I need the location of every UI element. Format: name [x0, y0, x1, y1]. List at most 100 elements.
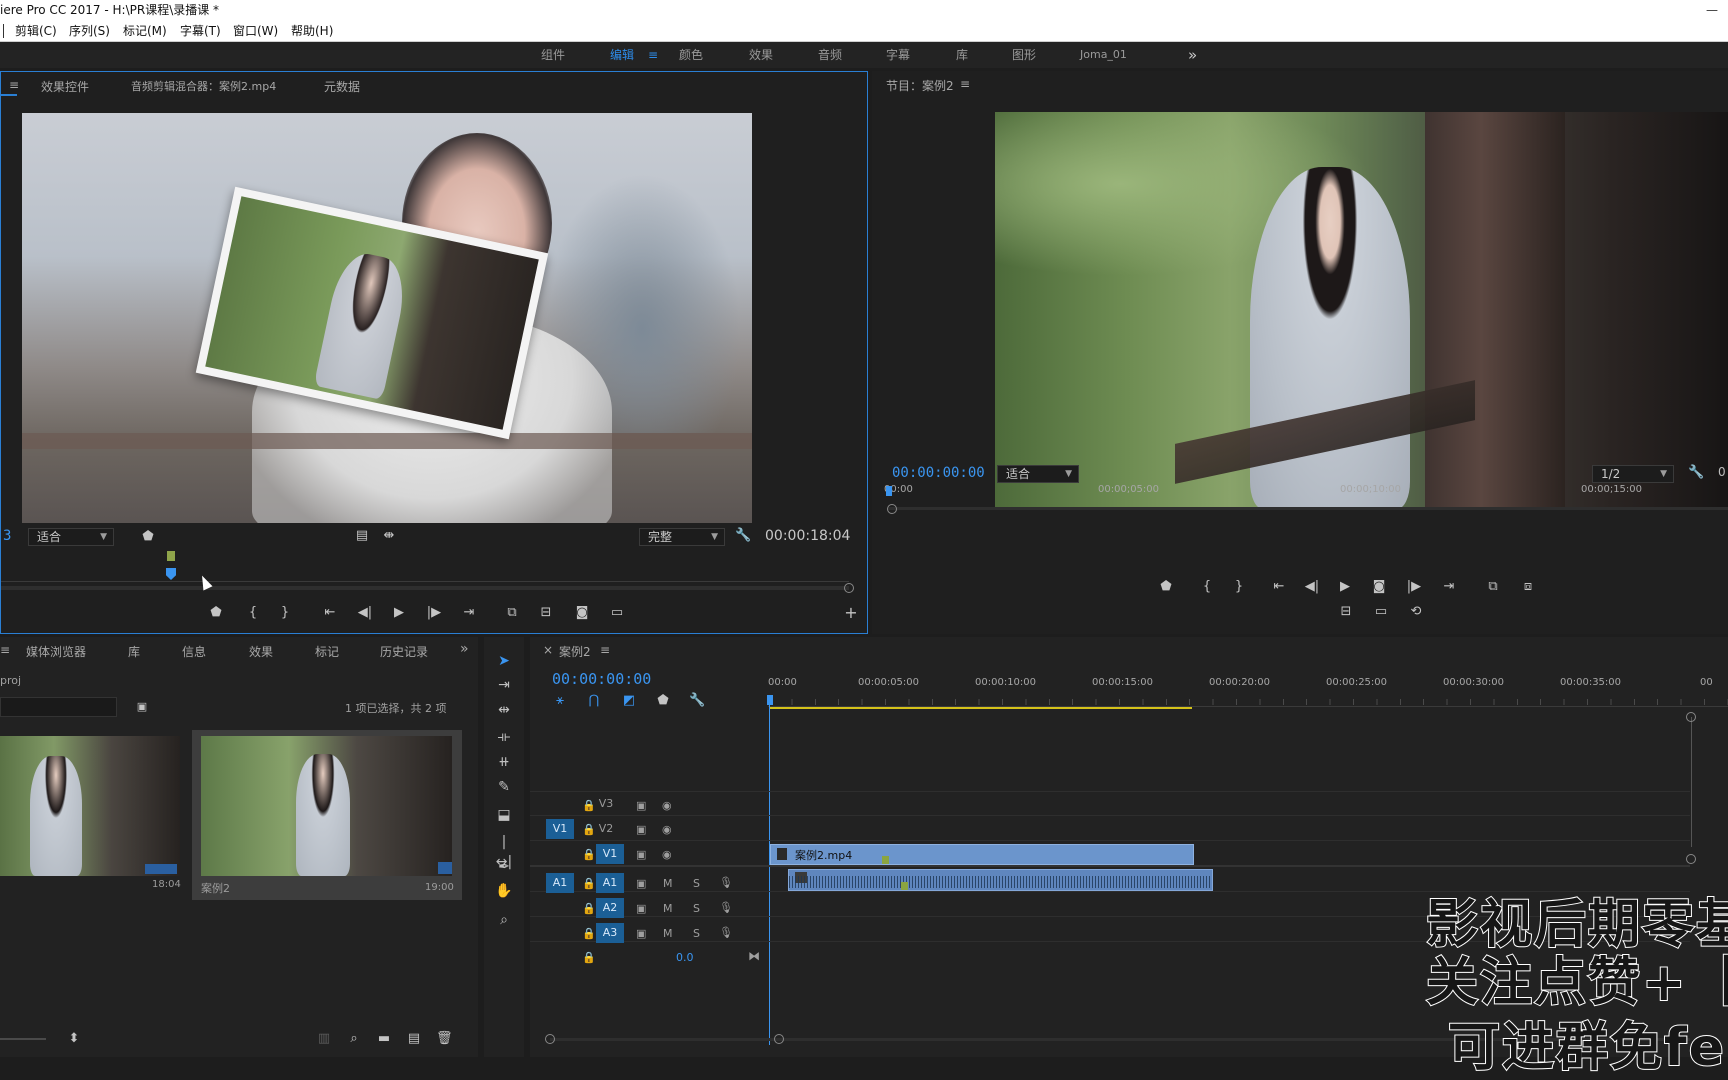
selection-tool-icon[interactable]: ➤	[494, 651, 514, 671]
workspace-libraries[interactable]: 库	[956, 42, 968, 68]
clip-marker-icon[interactable]	[882, 856, 889, 864]
play-icon[interactable]: ▶	[391, 605, 407, 621]
program-resolution-select[interactable]: 1/2 ▼	[1592, 465, 1674, 483]
step-back-icon[interactable]: ◀|	[357, 605, 373, 621]
menu-item-window[interactable]: 窗口(W)	[233, 20, 278, 42]
safe-margins-icon[interactable]: ▭	[1372, 604, 1390, 620]
solo-button[interactable]: S	[693, 927, 700, 940]
sort-icon[interactable]: ⬍	[66, 1031, 82, 1047]
project-menu-icon[interactable]: ≡	[0, 643, 10, 657]
lock-icon[interactable]: 🔒	[582, 902, 596, 915]
insert-clip-icon[interactable]: ⧉	[503, 605, 521, 621]
menu-item-clip[interactable]: 剪辑(C)	[15, 20, 57, 42]
search-icon[interactable]: ⌕	[346, 1031, 362, 1047]
track-select-tool-icon[interactable]: ⇥	[494, 675, 514, 695]
timeline-timecode[interactable]: 00:00:00:00	[552, 669, 651, 688]
menu-item-sequence[interactable]: 序列(S)	[69, 20, 110, 42]
source-in-marker-icon[interactable]	[167, 551, 175, 561]
microphone-icon[interactable]: 🎙	[719, 926, 733, 939]
vertical-scroll-handle[interactable]	[1686, 854, 1696, 864]
project-item[interactable]: 18:04	[0, 733, 186, 893]
mute-button[interactable]: M	[663, 927, 673, 940]
tab-audio-clip-mixer[interactable]: 音频剪辑混合器：案例2.mp4	[131, 78, 276, 94]
snap-icon[interactable]: ⚹	[552, 693, 568, 709]
razor-tool-icon[interactable]: ✎	[494, 777, 514, 797]
linked-selection-icon[interactable]: ⋂	[586, 693, 602, 709]
pen-tool-icon[interactable]: ✒	[494, 857, 514, 877]
program-scroll-handle[interactable]	[887, 504, 897, 514]
new-item-icon[interactable]: ▤	[406, 1031, 422, 1047]
camera-icon[interactable]: ◙	[573, 605, 591, 621]
tab-effects[interactable]: 效果	[249, 643, 273, 660]
extract-icon[interactable]: ⧈	[1519, 579, 1537, 595]
timeline-settings-wrench-icon[interactable]: 🔧	[689, 693, 705, 709]
go-to-in-icon[interactable]: ⇤	[321, 605, 339, 621]
project-item-selected[interactable]: 案例2 19:00	[192, 730, 462, 900]
add-marker-icon[interactable]: ⬟	[208, 605, 224, 621]
program-timecode[interactable]: 00:00:00:00	[892, 465, 985, 481]
go-to-end-icon[interactable]: ⧓	[748, 949, 760, 963]
export-frame-icon[interactable]: ▤	[354, 528, 370, 544]
mark-in-icon[interactable]: {	[1199, 579, 1215, 595]
program-scrollbar[interactable]	[888, 507, 1728, 510]
step-forward-icon[interactable]: |▶	[1406, 579, 1422, 595]
safe-margins-icon[interactable]: ▭	[608, 605, 626, 621]
workspace-more-icon[interactable]: »	[1188, 42, 1197, 68]
add-marker-icon[interactable]: ⬟	[1158, 579, 1174, 595]
source-patch-v1[interactable]: V1	[546, 819, 574, 839]
horizontal-scroll-handle[interactable]	[545, 1034, 555, 1044]
lock-icon[interactable]: 🔒	[582, 927, 596, 940]
solo-button[interactable]: S	[693, 902, 700, 915]
overwrite-clip-icon[interactable]: ⊟	[537, 605, 555, 621]
track-target-a3[interactable]: A3	[596, 923, 624, 943]
compare-view-icon[interactable]: ⊟	[1337, 604, 1355, 620]
workspace-audio[interactable]: 音频	[818, 42, 842, 68]
go-to-out-icon[interactable]: ⇥	[460, 605, 478, 621]
menu-item-title[interactable]: 字幕(T)	[180, 20, 221, 42]
project-more-icon[interactable]: »	[460, 641, 469, 657]
workspace-editing[interactable]: 编辑	[610, 42, 634, 68]
eye-icon[interactable]: ◉	[662, 823, 672, 836]
tab-media-browser[interactable]: 媒体浏览器	[26, 643, 86, 660]
camera-icon[interactable]: ◙	[1371, 579, 1387, 595]
horizontal-scroll-handle[interactable]	[774, 1034, 784, 1044]
workspace-titles[interactable]: 字幕	[886, 42, 910, 68]
vertical-scroll-handle[interactable]	[1686, 712, 1696, 722]
sync-lock-icon[interactable]: ▣	[636, 927, 646, 940]
source-scrollbar[interactable]	[1, 586, 849, 590]
solo-button[interactable]: S	[693, 877, 700, 890]
track-target-v1[interactable]: V1	[596, 844, 624, 864]
program-playhead-icon[interactable]	[886, 486, 892, 496]
tab-markers[interactable]: 标记	[315, 643, 339, 660]
mark-out-icon[interactable]: }	[1231, 579, 1247, 595]
lock-icon[interactable]: 🔒	[582, 848, 596, 861]
step-back-icon[interactable]: ◀|	[1304, 579, 1320, 595]
mute-button[interactable]: M	[663, 877, 673, 890]
add-edit-icon[interactable]: ◩	[621, 693, 637, 709]
add-button-icon[interactable]: +	[842, 605, 860, 621]
tab-effect-controls[interactable]: 效果控件	[41, 78, 89, 95]
mark-out-icon[interactable]: }	[277, 605, 293, 621]
eye-icon[interactable]: ◉	[662, 848, 672, 861]
sync-lock-icon[interactable]: ▣	[636, 799, 646, 812]
zoom-slider[interactable]	[0, 1038, 46, 1040]
rolling-edit-tool-icon[interactable]: ⟛	[494, 727, 514, 747]
play-icon[interactable]: ▶	[1337, 579, 1353, 595]
vr-view-icon[interactable]: ⟲	[1407, 604, 1425, 620]
slip-tool-icon[interactable]: ⬓	[494, 805, 514, 825]
lock-icon[interactable]: 🔒	[582, 877, 596, 890]
workspace-effects[interactable]: 效果	[749, 42, 773, 68]
workspace-joma[interactable]: Joma_01	[1080, 42, 1127, 68]
program-menu-icon[interactable]: ≡	[960, 77, 970, 91]
timeline-sequence-tab[interactable]: 案例2	[559, 643, 591, 660]
workspace-assembly[interactable]: 组件	[541, 42, 565, 68]
step-forward-icon[interactable]: |▶	[426, 605, 442, 621]
new-bin-icon[interactable]: ▬	[376, 1031, 392, 1047]
track-target-v2[interactable]: V2	[592, 819, 620, 839]
audio-clip[interactable]	[788, 869, 1213, 891]
sync-lock-icon[interactable]: ▣	[636, 877, 646, 890]
menu-item-help[interactable]: 帮助(H)	[291, 20, 333, 42]
close-icon[interactable]: ×	[543, 643, 553, 657]
source-fit-select[interactable]: 适合 ▼	[28, 528, 114, 546]
tab-history[interactable]: 历史记录	[380, 643, 428, 660]
